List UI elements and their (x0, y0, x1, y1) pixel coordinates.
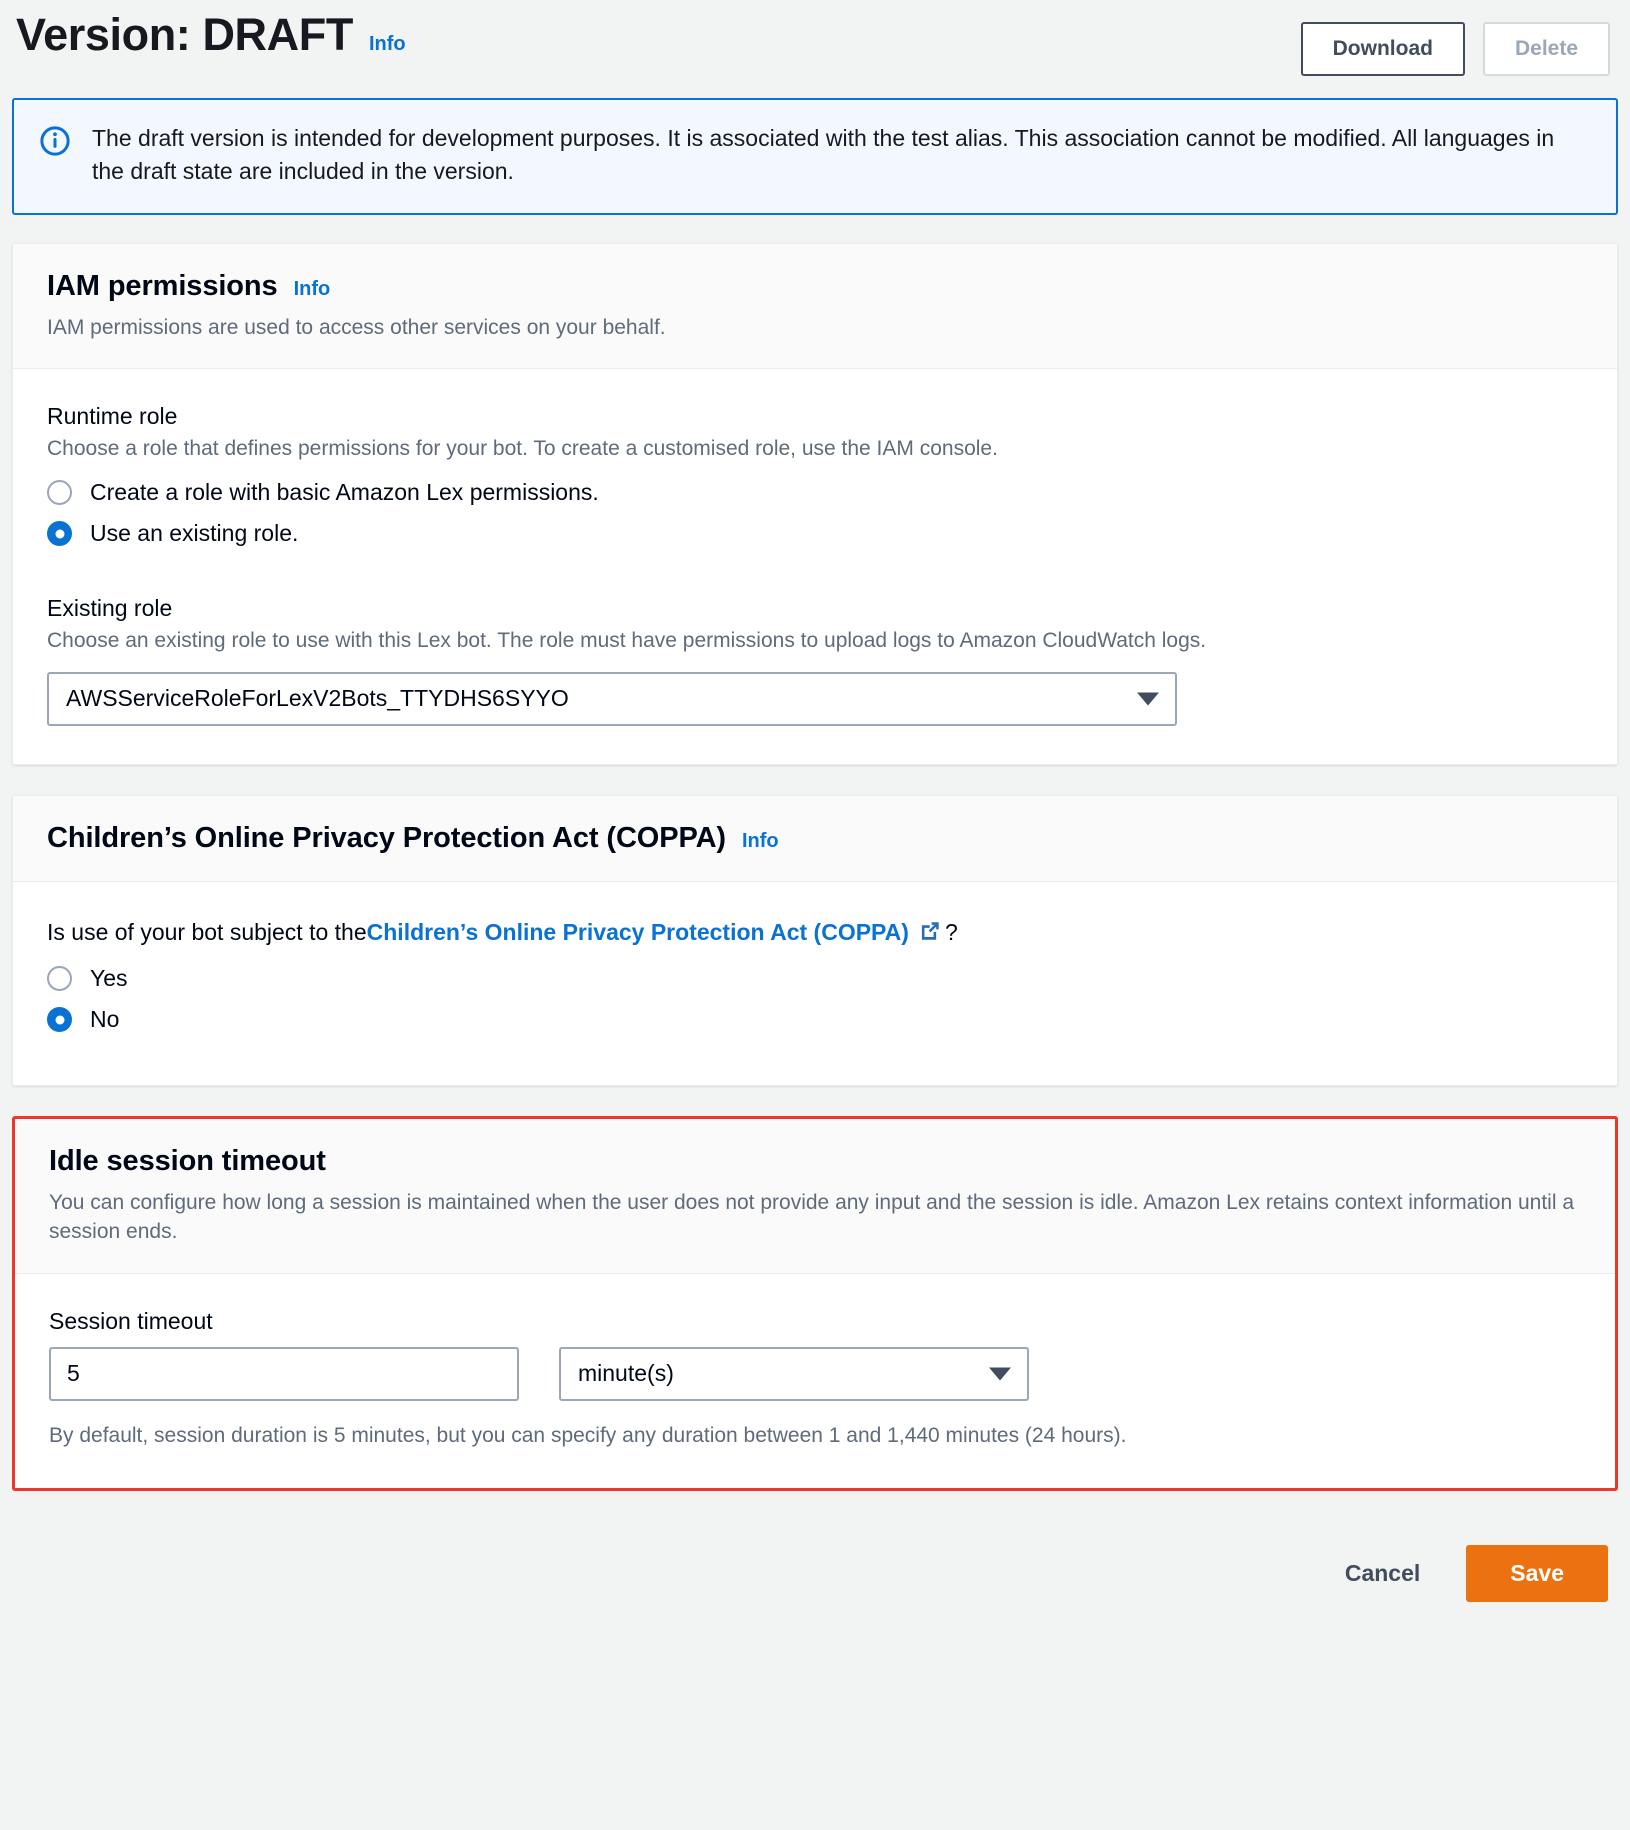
radio-unchecked-icon[interactable] (47, 966, 72, 992)
coppa-option-no-label[interactable]: No (90, 1006, 119, 1033)
coppa-question-prefix: Is use of your bot subject to the (47, 918, 367, 945)
runtime-role-label: Runtime role (47, 403, 178, 430)
alert-text: The draft version is intended for develo… (92, 125, 1555, 185)
coppa-option-no[interactable]: No (47, 1006, 1583, 1033)
chevron-down-icon[interactable] (1137, 692, 1159, 706)
page-header: Version: DRAFT Info Download Delete (12, 0, 1618, 98)
session-timeout-controls: minute(s) (49, 1346, 1581, 1401)
coppa-title: Children’s Online Privacy Protection Act… (47, 821, 726, 854)
iam-info-link[interactable]: Info (294, 278, 331, 301)
version-draft-page: Version: DRAFT Info Download Delete The … (0, 0, 1630, 1634)
coppa-body: Is use of your bot subject to theChildre… (13, 881, 1617, 1086)
download-button[interactable]: Download (1300, 22, 1465, 76)
existing-role-hint: Choose an existing role to use with this… (47, 629, 1207, 653)
runtime-role-option-existing[interactable]: Use an existing role. (47, 520, 1583, 547)
existing-role-value: AWSServiceRoleForLexV2Bots_TTYDHS6SYYO (66, 685, 569, 712)
idle-session-timeout-description: You can configure how long a session is … (49, 1191, 1574, 1244)
save-button[interactable]: Save (1466, 1545, 1608, 1603)
iam-title-row: IAM permissions Info (47, 270, 1583, 303)
title-wrap: Version: DRAFT Info (12, 10, 406, 60)
coppa-title-row: Children’s Online Privacy Protection Act… (47, 822, 1583, 855)
form-footer: Cancel Save (12, 1521, 1618, 1634)
runtime-role-option-create[interactable]: Create a role with basic Amazon Lex perm… (47, 479, 1583, 506)
idle-session-timeout-title: Idle session timeout (49, 1145, 326, 1178)
cancel-button[interactable]: Cancel (1323, 1546, 1442, 1601)
delete-button: Delete (1482, 22, 1610, 76)
coppa-card: Children’s Online Privacy Protection Act… (12, 794, 1618, 1087)
session-timeout-unit-select[interactable]: minute(s) (559, 1346, 1029, 1401)
idle-session-timeout-body: Session timeout minute(s) By default, se… (15, 1273, 1615, 1489)
iam-permissions-header: IAM permissions Info IAM permissions are… (13, 243, 1617, 370)
coppa-header: Children’s Online Privacy Protection Act… (13, 795, 1617, 882)
coppa-info-link[interactable]: Info (742, 830, 779, 853)
coppa-question: Is use of your bot subject to theChildre… (47, 916, 1583, 951)
idle-session-timeout-card: Idle session timeout You can configure h… (12, 1116, 1618, 1492)
coppa-external-link[interactable]: Children’s Online Privacy Protection Act… (367, 919, 909, 945)
session-timeout-label: Session timeout (49, 1307, 213, 1334)
idle-session-timeout-header: Idle session timeout You can configure h… (15, 1119, 1615, 1274)
coppa-question-suffix: ? (944, 918, 958, 945)
radio-checked-icon[interactable] (47, 1007, 72, 1033)
info-circle-icon (40, 126, 70, 156)
runtime-role-option-existing-label[interactable]: Use an existing role. (90, 520, 298, 547)
session-timeout-unit-value: minute(s) (578, 1360, 674, 1387)
existing-role-label: Existing role (47, 595, 173, 622)
coppa-option-yes[interactable]: Yes (47, 965, 1583, 992)
radio-unchecked-icon[interactable] (47, 480, 72, 506)
page-info-link[interactable]: Info (369, 33, 406, 56)
radio-checked-icon[interactable] (47, 521, 72, 547)
external-link-icon[interactable] (918, 919, 942, 951)
session-timeout-note: By default, session duration is 5 minute… (49, 1423, 1127, 1447)
header-actions: Download Delete (1300, 10, 1618, 76)
draft-info-alert: The draft version is intended for develo… (12, 98, 1618, 215)
iam-permissions-body: Runtime role Choose a role that defines … (13, 369, 1617, 764)
runtime-role-option-create-label[interactable]: Create a role with basic Amazon Lex perm… (90, 479, 599, 506)
runtime-role-hint: Choose a role that defines permissions f… (47, 437, 998, 461)
iam-permissions-card: IAM permissions Info IAM permissions are… (12, 242, 1618, 765)
chevron-down-icon[interactable] (989, 1367, 1011, 1381)
coppa-option-yes-label[interactable]: Yes (90, 965, 128, 992)
existing-role-select[interactable]: AWSServiceRoleForLexV2Bots_TTYDHS6SYYO (47, 671, 1177, 726)
page-title: Version: DRAFT (16, 9, 353, 60)
iam-permissions-title: IAM permissions (47, 269, 278, 302)
session-timeout-input[interactable] (49, 1346, 519, 1401)
iam-permissions-description: IAM permissions are used to access other… (47, 315, 666, 339)
